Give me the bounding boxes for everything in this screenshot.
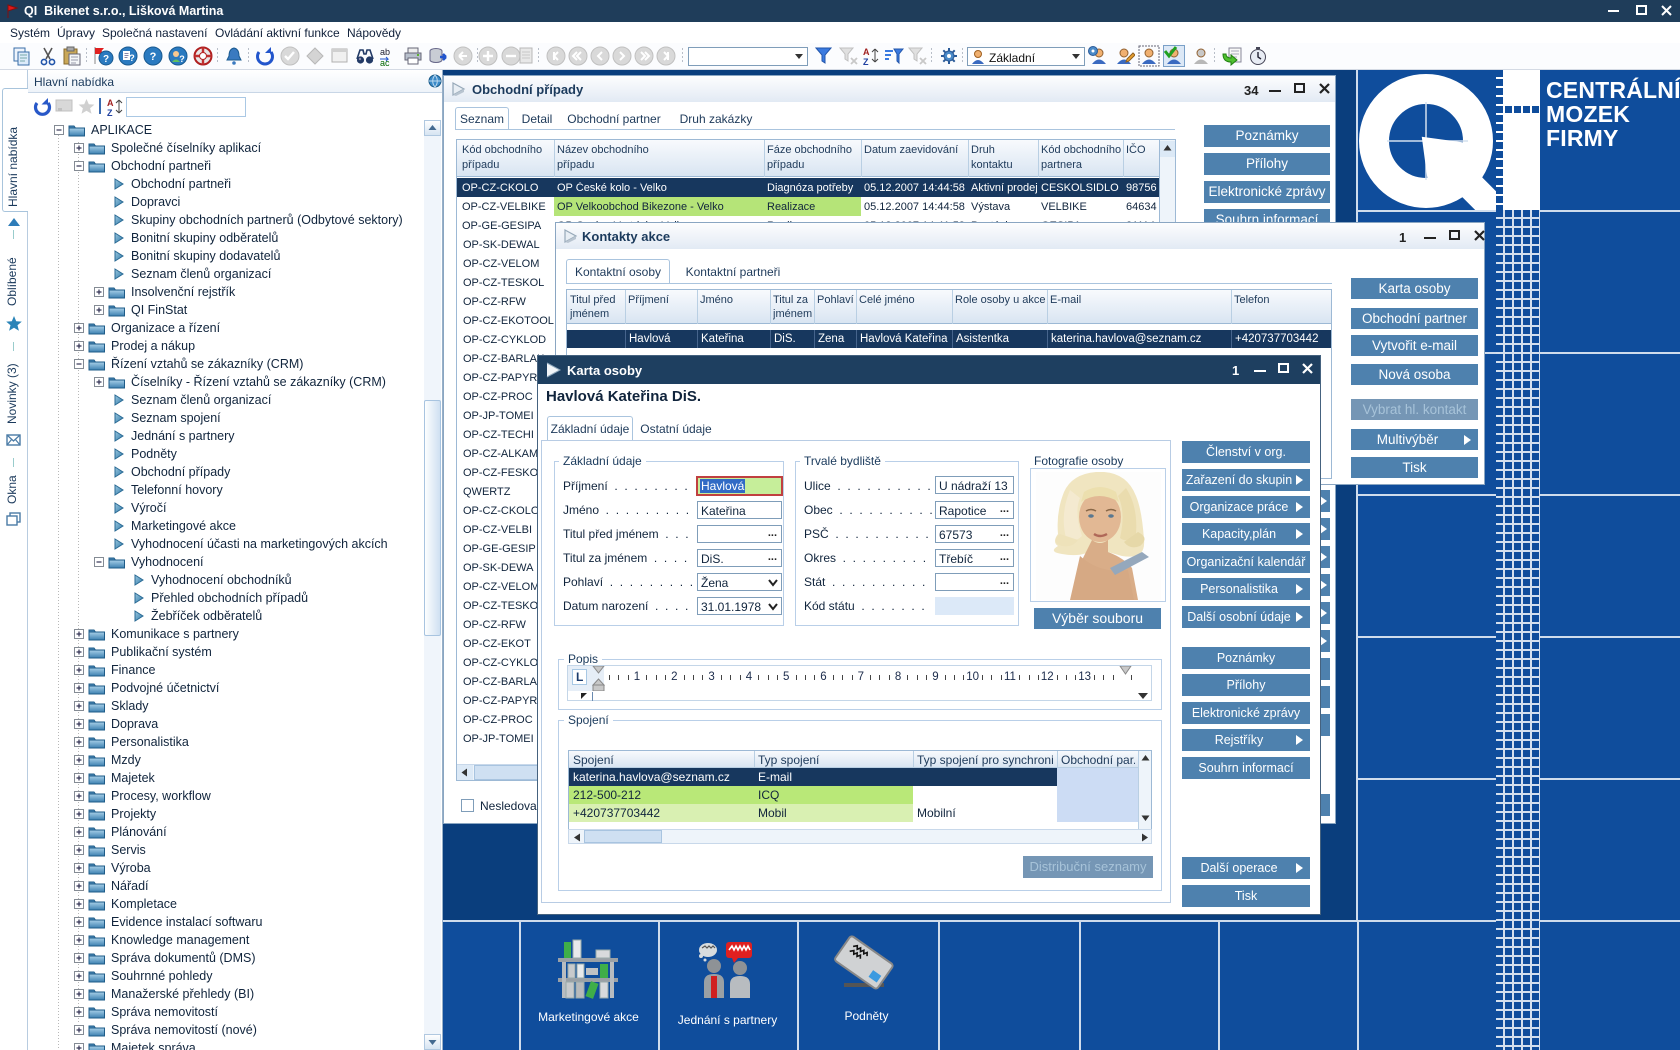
svg-text:A: A	[107, 98, 114, 108]
svg-text:Z: Z	[107, 108, 113, 117]
svg-text:A: A	[863, 47, 870, 57]
svg-text:?: ?	[129, 53, 135, 63]
svg-text:?: ?	[179, 54, 185, 64]
svg-text:ab: ab	[380, 47, 390, 57]
svg-text:?: ?	[103, 54, 109, 65]
svg-text:?: ?	[150, 51, 157, 63]
svg-text:ac: ac	[380, 58, 390, 66]
svg-text:Z: Z	[863, 57, 869, 66]
